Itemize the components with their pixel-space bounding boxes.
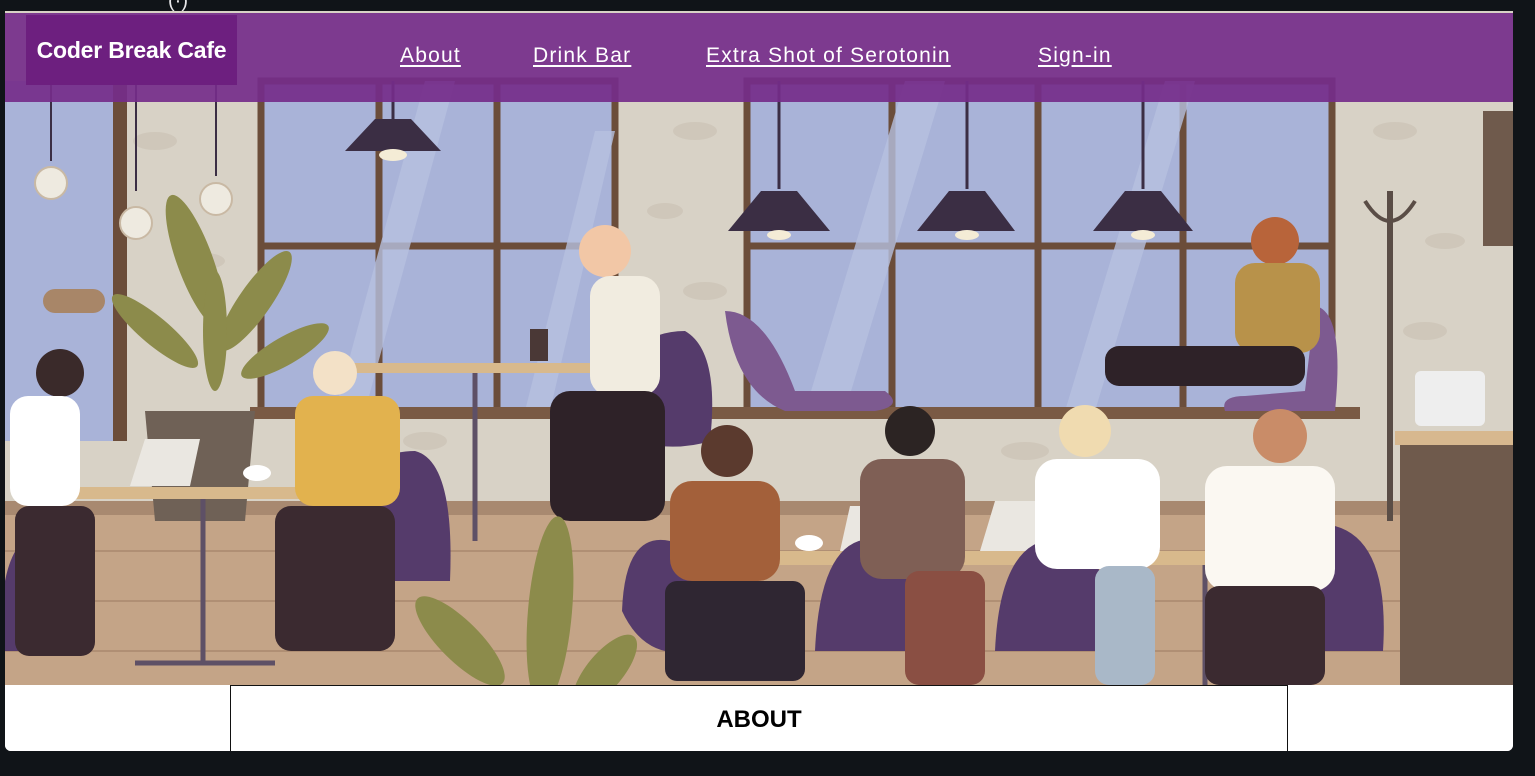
about-heading: ABOUT: [716, 706, 802, 733]
page-viewport: Coder Break Cafe About Drink Bar Extra S…: [5, 11, 1513, 751]
about-heading-box: ABOUT: [230, 685, 1288, 751]
about-section: ABOUT: [5, 685, 1513, 751]
nav-link-sign-in[interactable]: Sign-in: [1038, 44, 1112, 68]
nav-link-about[interactable]: About: [400, 44, 461, 68]
hero-section: Coder Break Cafe About Drink Bar Extra S…: [5, 11, 1513, 685]
brand-logo[interactable]: Coder Break Cafe: [26, 15, 237, 85]
nav-link-extra-shot[interactable]: Extra Shot of Serotonin: [706, 44, 951, 68]
browser-top-strip: (·): [0, 0, 1535, 12]
nav-link-drink-bar[interactable]: Drink Bar: [533, 44, 631, 68]
top-navbar: Coder Break Cafe About Drink Bar Extra S…: [5, 13, 1513, 102]
cafe-scene-illustration: [5, 11, 1513, 685]
